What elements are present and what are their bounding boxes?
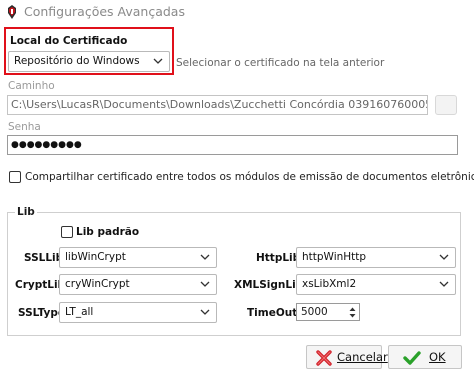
cancel-button-label: Cancelar — [337, 350, 388, 364]
xmlsignlib-label: XMLSignLib — [234, 279, 304, 291]
lib-group-title: Lib — [15, 206, 37, 218]
cryptlib-value: cryWinCrypt — [65, 278, 130, 290]
browse-button[interactable] — [435, 95, 457, 115]
timeout-label: TimeOut — [247, 307, 298, 319]
path-label: Caminho — [8, 80, 55, 92]
cancel-x-icon — [316, 350, 332, 366]
lib-default-checkbox[interactable] — [61, 226, 73, 238]
cancel-button[interactable]: Cancelar — [306, 345, 388, 369]
share-certificate-label: Compartilhar certificado entre todos os … — [25, 171, 474, 183]
certificate-location-select[interactable]: Repositório do Windows — [8, 51, 170, 72]
chevron-down-icon — [439, 254, 449, 260]
ssltype-select[interactable]: LT_all — [59, 302, 217, 323]
checkmark-icon — [403, 351, 421, 365]
window-title: Configurações Avançadas — [24, 4, 185, 19]
app-logo-icon — [8, 5, 16, 19]
ssltype-label: SSLType — [18, 307, 66, 319]
httplib-select[interactable]: httpWinHttp — [296, 247, 456, 268]
timeout-value: 5000 — [301, 306, 328, 318]
timeout-spinner[interactable]: 5000 — [296, 303, 360, 321]
password-value: ●●●●●●●●● — [11, 140, 82, 150]
password-label: Senha — [8, 121, 41, 133]
path-field[interactable]: C:\Users\LucasR\Documents\Downloads\Zucc… — [7, 95, 428, 115]
title-bar: Configurações Avançadas — [0, 0, 474, 26]
share-certificate-checkbox[interactable] — [9, 171, 21, 183]
ssllib-label: SSLLib — [24, 252, 64, 264]
spinner-arrows-icon[interactable] — [349, 306, 356, 319]
certificate-location-label: Local do Certificado — [10, 35, 128, 47]
ok-button[interactable]: OK — [388, 345, 462, 369]
httplib-value: httpWinHttp — [302, 251, 367, 263]
chevron-down-icon — [200, 281, 210, 287]
ssllib-select[interactable]: libWinCrypt — [59, 247, 217, 268]
certificate-location-hint: Selecionar o certificado na tela anterio… — [176, 57, 385, 69]
lib-default-label: Lib padrão — [76, 226, 140, 238]
ssllib-value: libWinCrypt — [65, 251, 126, 263]
cryptlib-select[interactable]: cryWinCrypt — [59, 274, 217, 295]
ssltype-value: LT_all — [65, 306, 94, 318]
cryptlib-label: CryptLib — [15, 279, 66, 291]
httplib-label: HttpLib — [256, 252, 301, 264]
chevron-down-icon — [200, 254, 210, 260]
certificate-location-value: Repositório do Windows — [14, 55, 140, 67]
chevron-down-icon — [153, 58, 163, 64]
xmlsignlib-value: xsLibXml2 — [302, 278, 357, 290]
chevron-down-icon — [200, 309, 210, 315]
chevron-down-icon — [439, 281, 449, 287]
ok-button-label: OK — [429, 350, 446, 364]
path-value: C:\Users\LucasR\Documents\Downloads\Zucc… — [11, 98, 428, 111]
xmlsignlib-select[interactable]: xsLibXml2 — [296, 274, 456, 295]
password-field[interactable]: ●●●●●●●●● — [7, 135, 458, 155]
